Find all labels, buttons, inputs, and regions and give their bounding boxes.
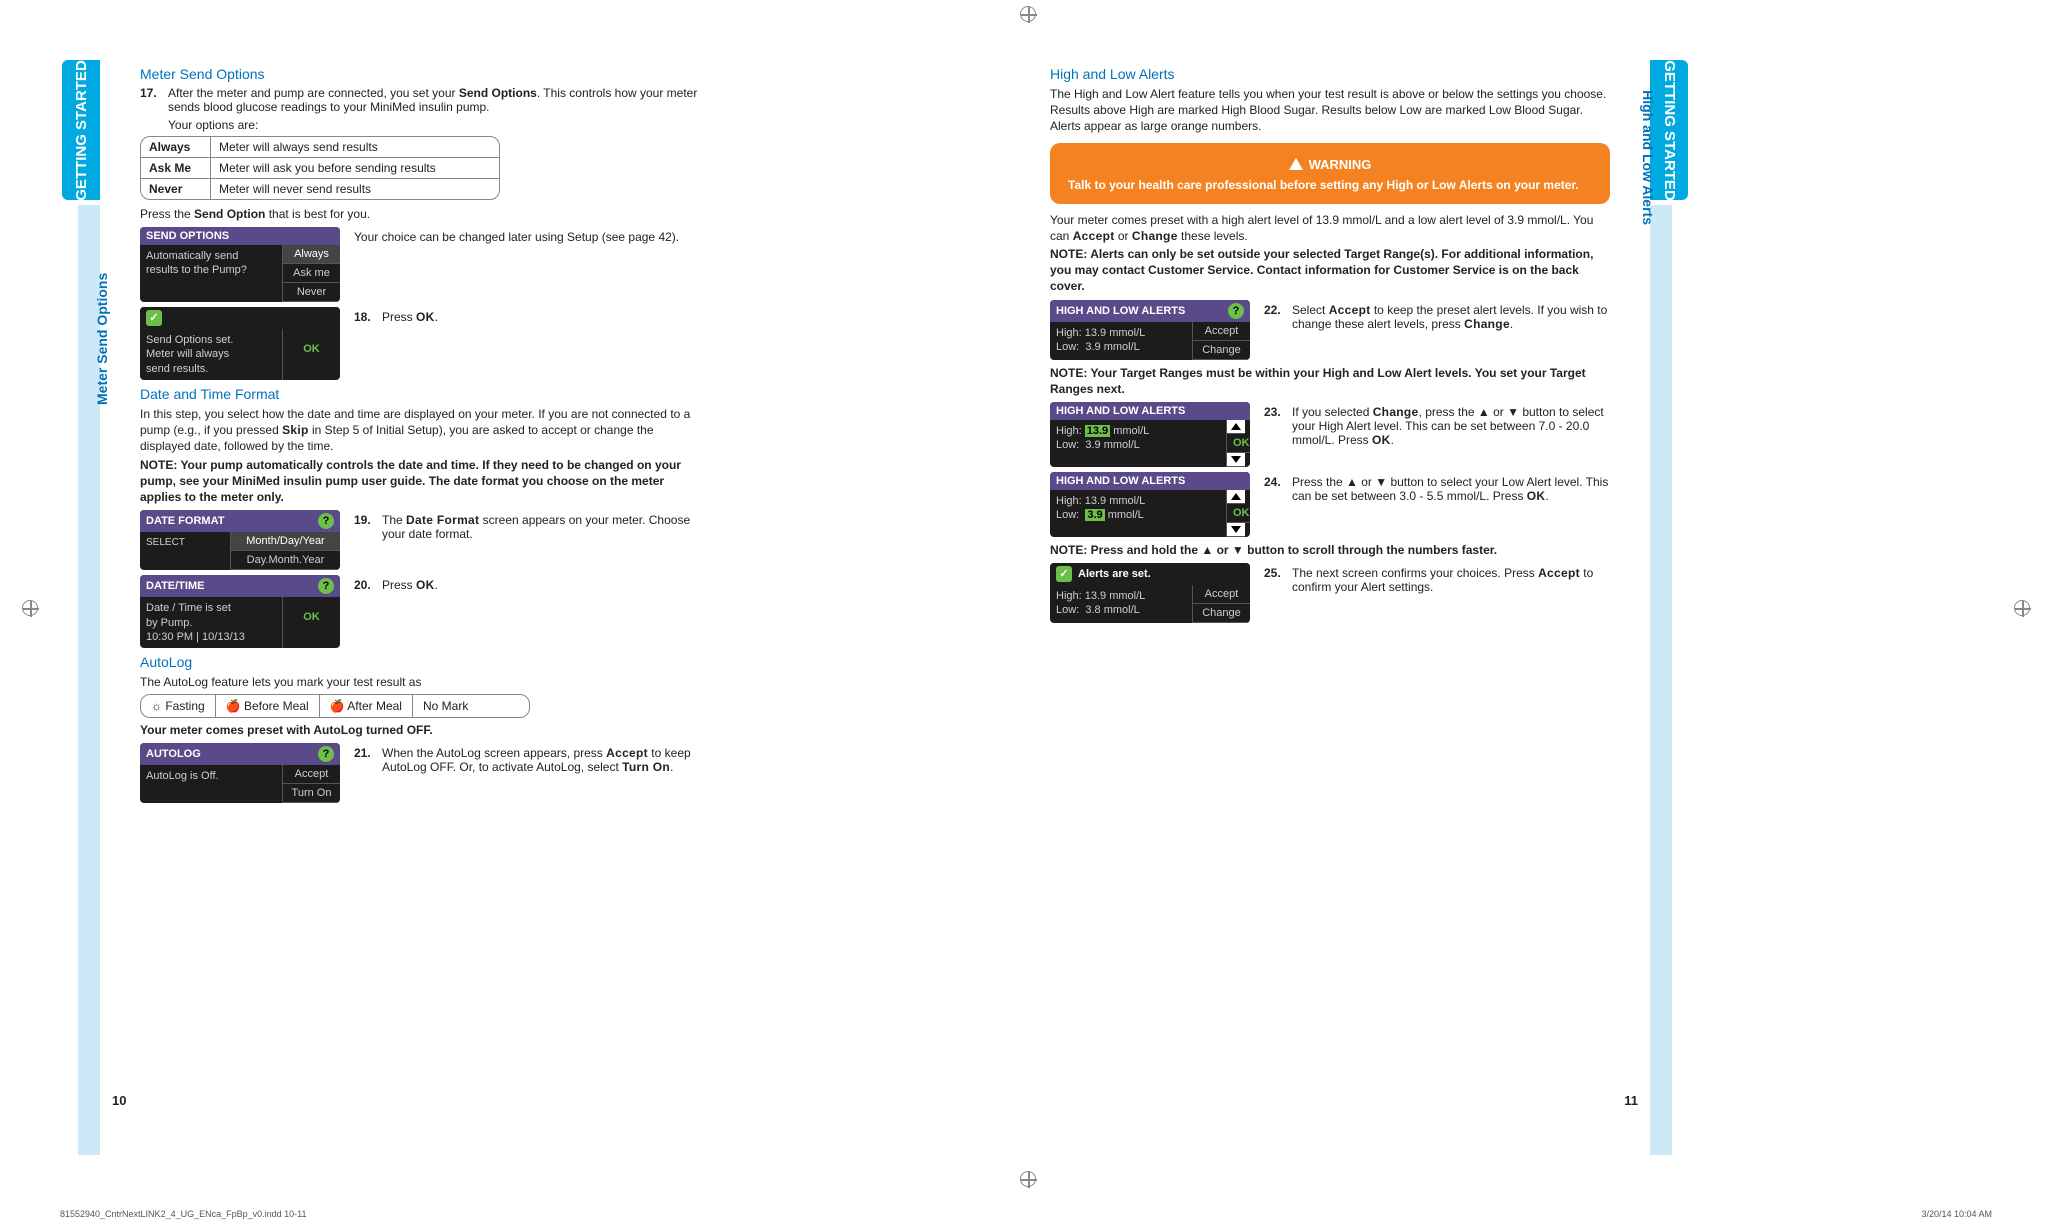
- step-23: 23. If you selected Change, press the ▲ …: [1264, 405, 1610, 447]
- section-tab-right: High and Low Alerts: [1650, 205, 1672, 1155]
- check-icon: ✓: [1056, 566, 1072, 582]
- autolog-options-table: ☼ Fasting 🍎 Before Meal 🍎 After Meal No …: [140, 694, 530, 718]
- step-19: 19. The Date Format screen appears on yo…: [354, 513, 700, 541]
- preset-text: Your meter comes preset with a high aler…: [1050, 212, 1610, 244]
- registration-mark: [1020, 1171, 1036, 1187]
- press-send-option: Press the Send Option that is best for y…: [140, 206, 700, 222]
- arrow-up-icon: [1227, 420, 1245, 434]
- tab-getting-started: GETTING STARTED: [62, 60, 100, 200]
- help-icon: ?: [1228, 303, 1244, 319]
- help-icon: ?: [318, 513, 334, 529]
- table-row: AlwaysMeter will always send results: [141, 137, 499, 157]
- warning-box: WARNING Talk to your health care profess…: [1050, 143, 1610, 204]
- registration-mark: [22, 600, 38, 616]
- page-right: GETTING STARTED High and Low Alerts High…: [1010, 30, 1650, 1140]
- footer-slug-left: 81552940_CntrNextLINK2_4_UG_ENca_FpBp_v0…: [60, 1209, 307, 1219]
- meter-screen-autolog: AUTOLOG? AutoLog is Off. Accept Turn On: [140, 743, 340, 803]
- meter-screen-send-options: SEND OPTIONS Automatically sendresults t…: [140, 227, 340, 302]
- step-number: 17.: [140, 86, 162, 132]
- page-spread: GETTING STARTED Meter Send Options Meter…: [40, 30, 2012, 1140]
- note-target-ranges: NOTE: Your Target Ranges must be within …: [1050, 365, 1610, 397]
- heading-high-low: High and Low Alerts: [1050, 66, 1610, 82]
- section-tab-right-label: High and Low Alerts: [1640, 90, 1656, 225]
- meter-screen-date-format: DATE FORMAT? SELECT Month/Day/Year Day.M…: [140, 510, 340, 570]
- date-time-note: NOTE: Your pump automatically controls t…: [140, 457, 700, 506]
- page-number-left: 10: [112, 1093, 126, 1108]
- send-options-table: AlwaysMeter will always send results Ask…: [140, 136, 500, 200]
- step-21: 21. When the AutoLog screen appears, pre…: [354, 746, 700, 774]
- registration-mark: [2014, 600, 2030, 616]
- autolog-intro: The AutoLog feature lets you mark your t…: [140, 674, 700, 690]
- note-alerts-range: NOTE: Alerts can only be set outside you…: [1050, 246, 1610, 295]
- table-row: Ask MeMeter will ask you before sending …: [141, 157, 499, 178]
- table-row: NeverMeter will never send results: [141, 178, 499, 199]
- registration-mark: [1020, 6, 1036, 22]
- page-number-right: 11: [1624, 1093, 1638, 1108]
- step-22: 22. Select Accept to keep the preset ale…: [1264, 303, 1610, 331]
- meter-screen-date-set: DATE/TIME? Date / Time is setby Pump.10:…: [140, 575, 340, 648]
- step-24: 24. Press the ▲ or ▼ button to select yo…: [1264, 475, 1610, 503]
- check-icon: ✓: [146, 310, 162, 326]
- autolog-preset: Your meter comes preset with AutoLog tur…: [140, 722, 700, 738]
- options-intro: Your options are:: [168, 118, 700, 132]
- note-press-hold: NOTE: Press and hold the ▲ or ▼ button t…: [1050, 542, 1610, 558]
- meter-screen-alerts-set: ✓Alerts are set. High: 13.9 mmol/L Low: …: [1050, 563, 1250, 623]
- help-icon: ?: [318, 746, 334, 762]
- arrow-up-icon: [1227, 490, 1245, 504]
- choice-note: Your choice can be changed later using S…: [354, 229, 700, 245]
- footer-slug-right: 3/20/14 10:04 AM: [1921, 1209, 1992, 1219]
- meter-screen-alerts-preset: HIGH AND LOW ALERTS? High: 13.9 mmol/L L…: [1050, 300, 1250, 360]
- step-20: 20. Press OK.: [354, 578, 700, 592]
- section-tab-left: Meter Send Options: [78, 205, 100, 1155]
- high-low-intro: The High and Low Alert feature tells you…: [1050, 86, 1610, 135]
- meter-screen-alerts-high: HIGH AND LOW ALERTS High: 13.9 mmol/L Lo…: [1050, 402, 1250, 467]
- warning-body: Talk to your health care professional be…: [1068, 178, 1592, 192]
- heading-date-time: Date and Time Format: [140, 386, 700, 402]
- arrow-down-icon: [1227, 523, 1245, 537]
- meter-screen-send-confirm: ✓ Send Options set.Meter will alwayssend…: [140, 307, 340, 380]
- heading-autolog: AutoLog: [140, 654, 700, 670]
- meter-screen-alerts-low: HIGH AND LOW ALERTS High: 13.9 mmol/L Lo…: [1050, 472, 1250, 537]
- section-tab-left-label: Meter Send Options: [94, 273, 110, 405]
- heading-meter-send: Meter Send Options: [140, 66, 700, 82]
- warning-icon: [1289, 158, 1303, 170]
- help-icon: ?: [318, 578, 334, 594]
- step-17: 17. After the meter and pump are connect…: [140, 86, 700, 132]
- page-left: GETTING STARTED Meter Send Options Meter…: [100, 30, 740, 1140]
- date-time-para: In this step, you select how the date an…: [140, 406, 700, 455]
- step-body: After the meter and pump are connected, …: [168, 86, 700, 132]
- step-25: 25. The next screen confirms your choice…: [1264, 566, 1610, 594]
- arrow-down-icon: [1227, 453, 1245, 467]
- step-18: 18. Press OK.: [354, 310, 700, 324]
